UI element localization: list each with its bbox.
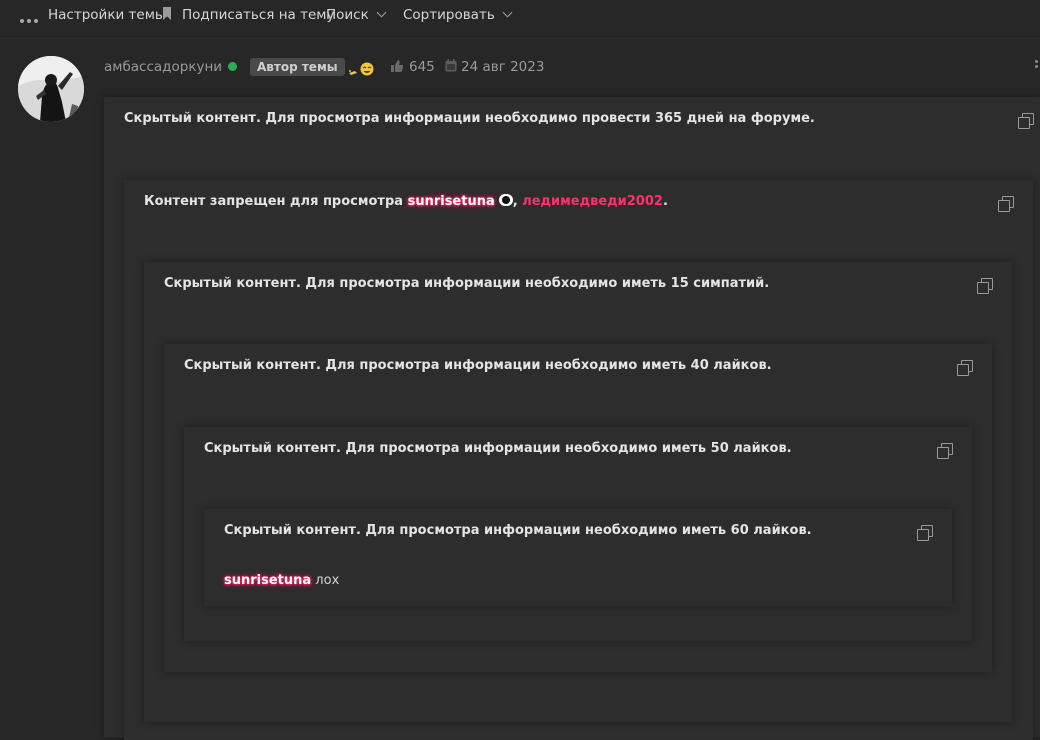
user-link-ledimedvedi2002[interactable]: ледимедведи2002 [522, 194, 663, 209]
content-text: лох [311, 573, 340, 588]
more-dots-icon[interactable] [20, 12, 41, 27]
post-content-text: sunrisetuna лох [224, 573, 339, 588]
hidden-content-notice: Скрытый контент. Для просмотра информаци… [204, 441, 792, 456]
copy-icon[interactable] [957, 360, 973, 376]
calendar-icon [445, 59, 457, 72]
thumbs-up-icon [391, 60, 404, 72]
copy-icon[interactable] [998, 196, 1014, 212]
restricted-notice-prefix: Контент запрещен для просмотра [144, 194, 408, 209]
author-badge: Автор темы [250, 58, 345, 76]
copy-icon[interactable] [977, 278, 993, 294]
user-link-sunrisetuna[interactable]: sunrisetuna [408, 194, 495, 209]
thread-toolbar: Настройки темы Подписаться на тему Поиск… [0, 0, 1040, 30]
subscribe-thread-button[interactable]: Подписаться на тему [182, 6, 334, 24]
restricted-notice-suffix: . [662, 194, 668, 209]
hidden-content-block-15-sympathies: Скрытый контент. Для просмотра информаци… [144, 262, 1012, 722]
chevron-down-icon [502, 7, 513, 18]
copy-icon[interactable] [917, 525, 933, 541]
hidden-content-notice: Скрытый контент. Для просмотра информаци… [124, 111, 815, 126]
sort-dropdown[interactable]: Сортировать [403, 6, 513, 24]
thread-settings-button[interactable]: Настройки темы [48, 6, 166, 24]
hidden-content-block-50-likes: Скрытый контент. Для просмотра информаци… [184, 427, 972, 641]
kebab-menu-icon[interactable] [1035, 60, 1039, 70]
chevron-down-icon [376, 7, 387, 18]
restricted-notice-separator: , [512, 194, 523, 209]
avatar[interactable] [18, 56, 84, 122]
post-date: 24 авг 2023 [461, 59, 545, 75]
hidden-content-block-40-likes: Скрытый контент. Для просмотра информаци… [164, 344, 992, 672]
likes-count: 645 [409, 59, 435, 75]
restricted-users-notice: Контент запрещен для просмотра sunrisetu… [144, 194, 668, 209]
online-status-icon [228, 62, 237, 71]
hidden-content-notice: Скрытый контент. Для просмотра информаци… [224, 523, 812, 538]
bookmark-icon [163, 7, 171, 20]
copy-icon[interactable] [1018, 113, 1034, 129]
user-avatar-icon [498, 194, 513, 206]
toolbar-divider [0, 38, 1040, 39]
hidden-content-block-60-likes: Скрытый контент. Для просмотра информаци… [204, 509, 952, 606]
post-author[interactable]: амбассадоркуни [104, 58, 222, 76]
hidden-content-block-restricted-users: Контент запрещен для просмотра sunrisetu… [124, 180, 1033, 740]
search-dropdown[interactable]: Поиск [326, 6, 387, 24]
user-mention-sunrisetuna[interactable]: sunrisetuna [224, 573, 311, 588]
hidden-content-notice: Скрытый контент. Для просмотра информаци… [164, 276, 770, 291]
emoji-icon [349, 62, 374, 76]
search-label: Поиск [326, 7, 369, 23]
hidden-content-block-365-days: Скрытый контент. Для просмотра информаци… [104, 97, 1040, 740]
hidden-content-notice: Скрытый контент. Для просмотра информаци… [184, 358, 772, 373]
copy-icon[interactable] [937, 443, 953, 459]
sort-label: Сортировать [403, 7, 495, 23]
